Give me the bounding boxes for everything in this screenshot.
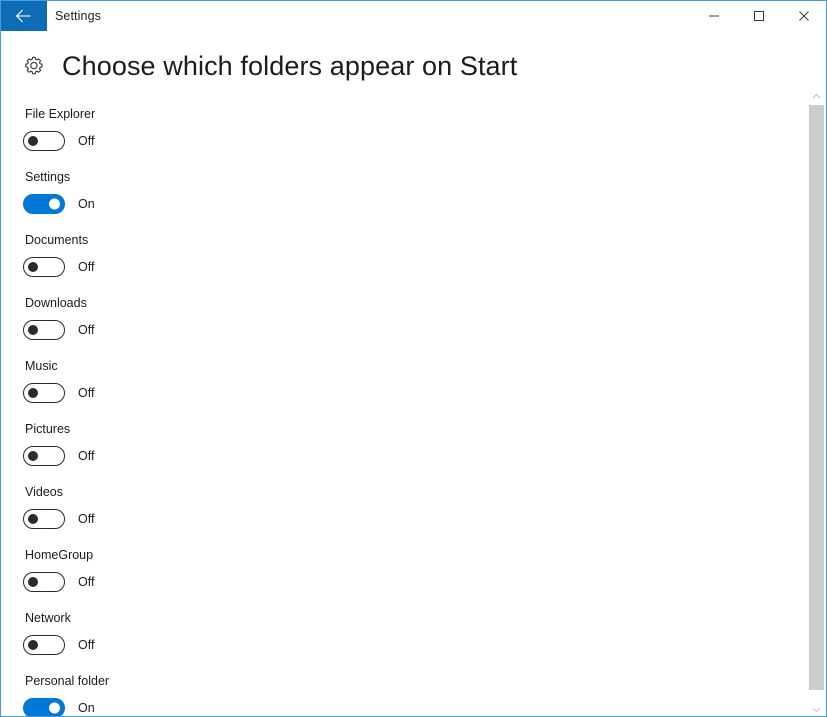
folder-toggle-switch[interactable] bbox=[23, 635, 65, 655]
toggle-knob bbox=[28, 577, 38, 587]
folder-toggle-row: Personal folder On bbox=[1, 654, 805, 716]
toggle-state-label: Off bbox=[78, 260, 95, 274]
toggle-knob bbox=[28, 640, 38, 650]
toggle-knob bbox=[28, 262, 38, 272]
toggle-state-label: Off bbox=[78, 449, 95, 463]
toggle-state-label: Off bbox=[78, 575, 95, 589]
folder-label: Pictures bbox=[25, 422, 71, 436]
folder-toggle-row: Downloads Off bbox=[1, 276, 805, 340]
toggle-knob bbox=[49, 702, 60, 714]
toggle-knob bbox=[28, 451, 38, 461]
folder-toggle-switch[interactable] bbox=[23, 320, 65, 340]
scroll-down-arrow-icon bbox=[812, 700, 821, 717]
window-title: Settings bbox=[55, 9, 101, 23]
folder-toggle-row: Pictures Off bbox=[1, 402, 805, 466]
settings-window: Settings Choose which folders appear on … bbox=[0, 0, 827, 717]
toggle-knob bbox=[28, 325, 38, 335]
scroll-down-button[interactable] bbox=[808, 700, 825, 717]
toggle-knob bbox=[28, 388, 38, 398]
toggle-line: On bbox=[23, 194, 95, 214]
gear-icon bbox=[21, 53, 47, 79]
toggle-line: Off bbox=[23, 131, 94, 151]
folder-toggle-row: Music Off bbox=[1, 339, 805, 403]
minimize-icon bbox=[708, 10, 720, 22]
toggle-line: Off bbox=[23, 572, 94, 592]
toggle-state-label: Off bbox=[78, 386, 95, 400]
close-icon bbox=[798, 10, 810, 22]
folder-label: Videos bbox=[25, 485, 63, 499]
toggle-line: Off bbox=[23, 635, 94, 655]
folder-toggle-switch[interactable] bbox=[23, 446, 65, 466]
maximize-icon bbox=[753, 10, 765, 22]
toggle-line: On bbox=[23, 698, 95, 716]
folder-toggle-row: Network Off bbox=[1, 591, 805, 655]
folder-toggle-switch[interactable] bbox=[23, 698, 65, 716]
folder-label: Network bbox=[25, 611, 71, 625]
toggle-state-label: On bbox=[78, 197, 95, 211]
toggle-knob bbox=[28, 514, 38, 524]
toggle-line: Off bbox=[23, 320, 94, 340]
toggle-line: Off bbox=[23, 446, 94, 466]
toggle-state-label: Off bbox=[78, 512, 95, 526]
folder-toggle-switch[interactable] bbox=[23, 509, 65, 529]
folder-toggle-row: Settings On bbox=[1, 150, 805, 214]
folder-toggle-switch[interactable] bbox=[23, 257, 65, 277]
scroll-up-arrow-icon bbox=[812, 87, 821, 105]
scrollbar-thumb[interactable] bbox=[809, 105, 824, 690]
folder-label: HomeGroup bbox=[25, 548, 94, 562]
toggle-state-label: On bbox=[78, 701, 95, 715]
title-bar: Settings bbox=[1, 1, 826, 31]
toggle-state-label: Off bbox=[78, 134, 95, 148]
maximize-button[interactable] bbox=[736, 1, 781, 31]
folder-toggle-switch[interactable] bbox=[23, 572, 65, 592]
page-title: Choose which folders appear on Start bbox=[62, 50, 518, 81]
toggle-state-label: Off bbox=[78, 638, 95, 652]
arrow-left-icon bbox=[15, 9, 33, 23]
vertical-scrollbar[interactable] bbox=[807, 87, 825, 717]
folder-toggle-switch[interactable] bbox=[23, 194, 65, 214]
window-controls bbox=[691, 1, 826, 31]
settings-scroll-area: File Explorer Off Settings On Documents Off Do… bbox=[1, 87, 805, 716]
minimize-button[interactable] bbox=[691, 1, 736, 31]
toggle-knob bbox=[28, 136, 38, 146]
folder-toggle-row: Documents Off bbox=[1, 213, 805, 277]
folder-toggle-list: File Explorer Off Settings On Documents Off Do… bbox=[1, 87, 805, 716]
folder-label: Settings bbox=[25, 170, 71, 184]
folder-label: Downloads bbox=[25, 296, 87, 310]
toggle-line: Off bbox=[23, 509, 94, 529]
folder-label: Music bbox=[25, 359, 58, 373]
folder-label: Personal folder bbox=[25, 674, 110, 688]
toggle-state-label: Off bbox=[78, 323, 95, 337]
titlebar-spacer bbox=[101, 1, 691, 31]
folder-toggle-row: HomeGroup Off bbox=[1, 528, 805, 592]
toggle-line: Off bbox=[23, 257, 94, 277]
back-button[interactable] bbox=[1, 1, 47, 31]
close-button[interactable] bbox=[781, 1, 826, 31]
folder-label: Documents bbox=[25, 233, 89, 247]
folder-toggle-row: Videos Off bbox=[1, 465, 805, 529]
toggle-line: Off bbox=[23, 383, 94, 403]
scroll-up-button[interactable] bbox=[808, 87, 825, 104]
folder-toggle-row: File Explorer Off bbox=[1, 87, 805, 151]
folder-toggle-switch[interactable] bbox=[23, 383, 65, 403]
toggle-knob bbox=[49, 198, 60, 210]
folder-label: File Explorer bbox=[25, 107, 96, 121]
folder-toggle-switch[interactable] bbox=[23, 131, 65, 151]
page-header: Choose which folders appear on Start bbox=[1, 43, 801, 89]
